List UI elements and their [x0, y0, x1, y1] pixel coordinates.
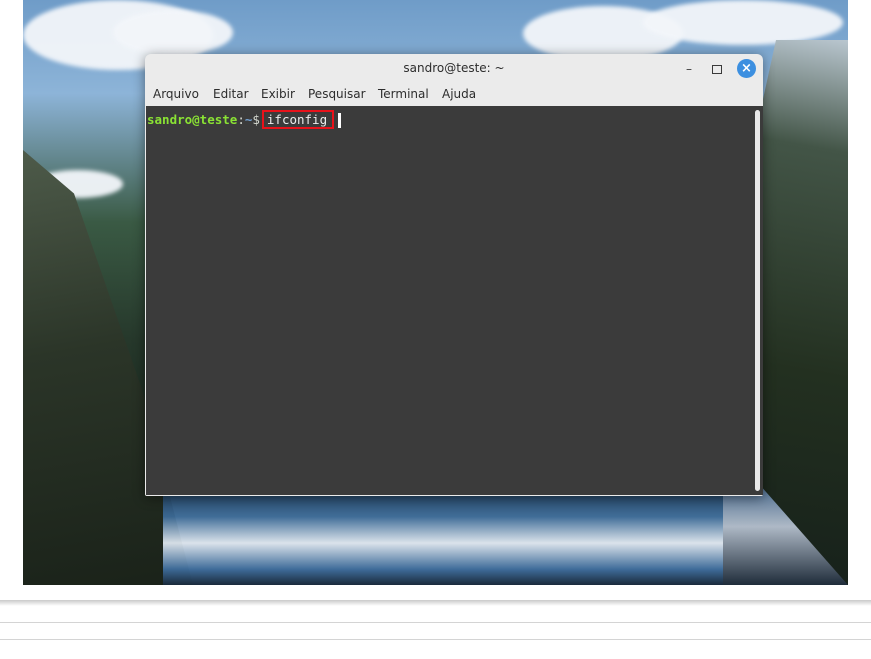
close-icon: ×: [741, 61, 752, 76]
menu-ajuda[interactable]: Ajuda: [442, 87, 476, 101]
scrollbar-thumb[interactable]: [755, 110, 760, 491]
title-bar[interactable]: sandro@teste: ~ – ×: [145, 54, 763, 83]
maximize-button[interactable]: [707, 59, 727, 79]
prompt-sign: $: [252, 112, 260, 127]
menu-editar[interactable]: Editar: [213, 87, 249, 101]
highlighted-command: ifconfig: [261, 110, 335, 129]
divider: [0, 639, 871, 640]
menu-bar: Arquivo Editar Exibir Pesquisar Terminal…: [145, 83, 763, 106]
cloud: [113, 10, 233, 55]
maximize-icon: [712, 64, 722, 74]
menu-pesquisar[interactable]: Pesquisar: [308, 87, 366, 101]
minimize-icon: –: [686, 62, 692, 76]
command-line: sandro@teste:~$ ifconfig: [147, 110, 342, 129]
divider: [0, 622, 871, 623]
prompt-separator: :: [237, 112, 245, 127]
window-title: sandro@teste: ~: [403, 61, 505, 75]
minimize-button[interactable]: –: [679, 59, 699, 79]
scrollbar[interactable]: [752, 106, 763, 495]
menu-arquivo[interactable]: Arquivo: [153, 87, 199, 101]
terminal-window[interactable]: sandro@teste: ~ – × Arquivo Editar Exibi…: [145, 54, 763, 496]
menu-exibir[interactable]: Exibir: [261, 87, 295, 101]
prompt-user: sandro@teste: [147, 112, 238, 127]
menu-terminal[interactable]: Terminal: [378, 87, 429, 101]
close-button[interactable]: ×: [737, 59, 756, 78]
terminal-area[interactable]: sandro@teste:~$ ifconfig: [146, 106, 752, 495]
text-cursor: [338, 113, 342, 128]
divider-shadow: [0, 600, 871, 606]
cloud: [643, 0, 843, 45]
